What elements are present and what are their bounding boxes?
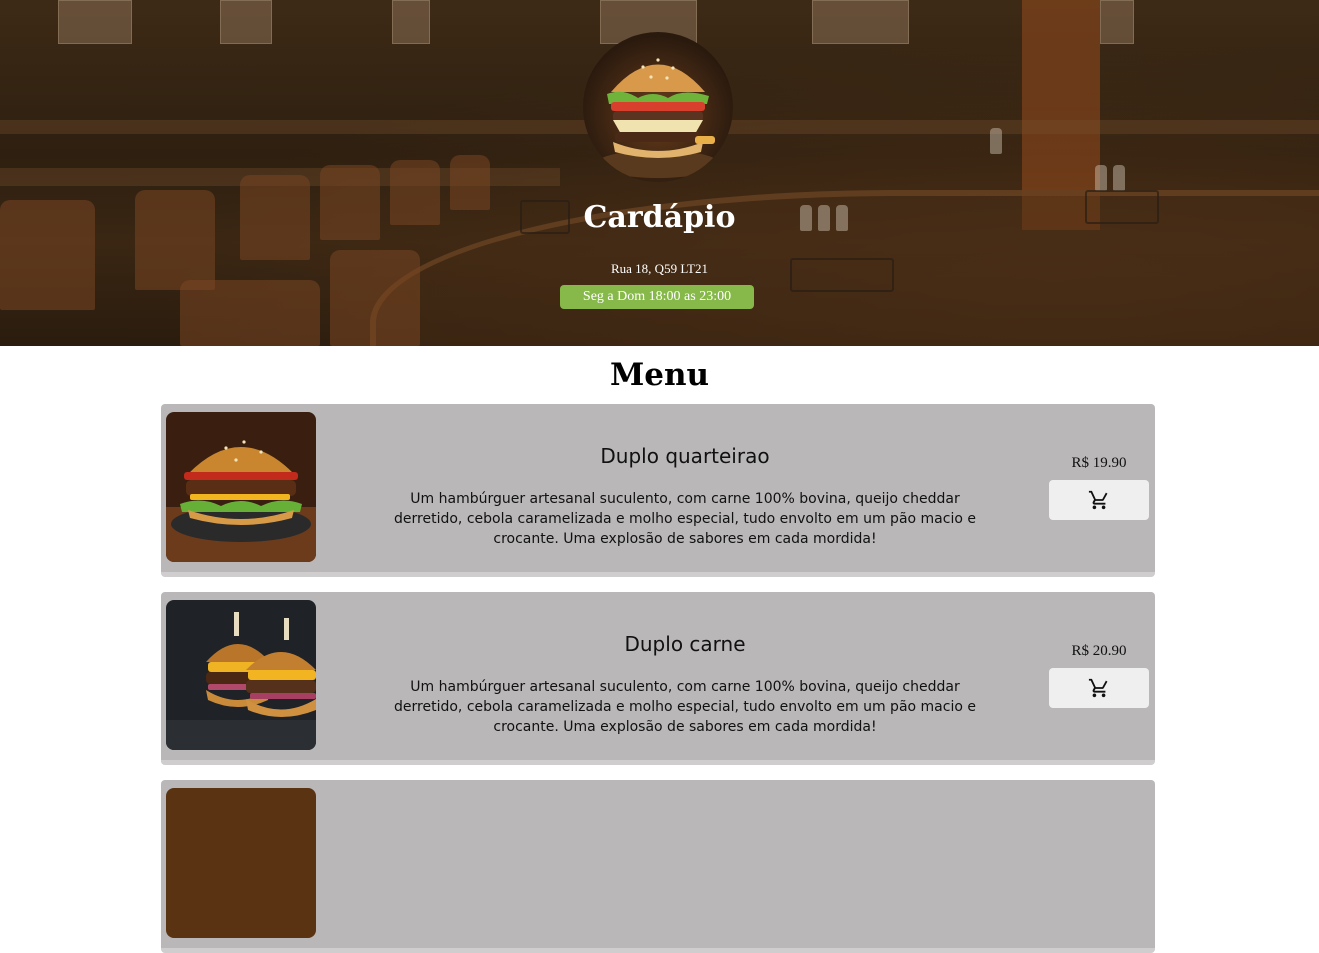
wall-frame [220,0,272,44]
menu-item-card: Duplo quarteirao Um hambúrguer artesanal… [161,404,1155,577]
menu-item-name: Duplo quarteirao [600,444,770,468]
menu-item-card: Duplo carne Um hambúrguer artesanal sucu… [161,592,1155,765]
burger-icon [596,58,720,178]
menu-list: Duplo quarteirao Um hambúrguer artesanal… [161,404,1155,953]
opening-hours-badge: Seg a Dom 18:00 as 23:00 [560,285,754,309]
bottle [1113,165,1125,191]
add-to-cart-button[interactable] [1049,480,1149,520]
menu-item-description: Um hambúrguer artesanal suculento, com c… [394,679,976,735]
wall-frame [812,0,909,44]
cart-icon [1088,490,1108,510]
burger-photo-icon [166,788,316,938]
burger-photo-icon [166,412,316,562]
wall-frame [392,0,430,44]
add-to-cart-button[interactable] [1049,668,1149,708]
wall-frame [58,0,132,44]
page-title: Cardápio [583,200,736,235]
menu-item-description: Um hambúrguer artesanal suculento, com c… [394,491,976,547]
menu-item-name: Duplo carne [624,632,746,656]
restaurant-address: Rua 18, Q59 LT21 [610,261,709,276]
menu-item-price: R$ 19.90 [1071,455,1127,471]
bottle [990,128,1002,154]
menu-item-image [166,600,316,750]
cart-icon [1088,678,1108,698]
menu-heading: Menu [609,357,710,393]
burger-photo-icon [166,600,316,750]
menu-item-card [161,780,1155,953]
wall-frame [1100,0,1134,44]
chair [180,280,320,346]
bottle [1095,165,1107,191]
menu-item-image [166,788,316,938]
logo-burger-image [583,32,733,182]
hero-banner: Cardápio Rua 18, Q59 LT21 Seg a Dom 18:0… [0,0,1319,346]
menu-item-price: R$ 20.90 [1071,643,1127,659]
menu-item-image [166,412,316,562]
